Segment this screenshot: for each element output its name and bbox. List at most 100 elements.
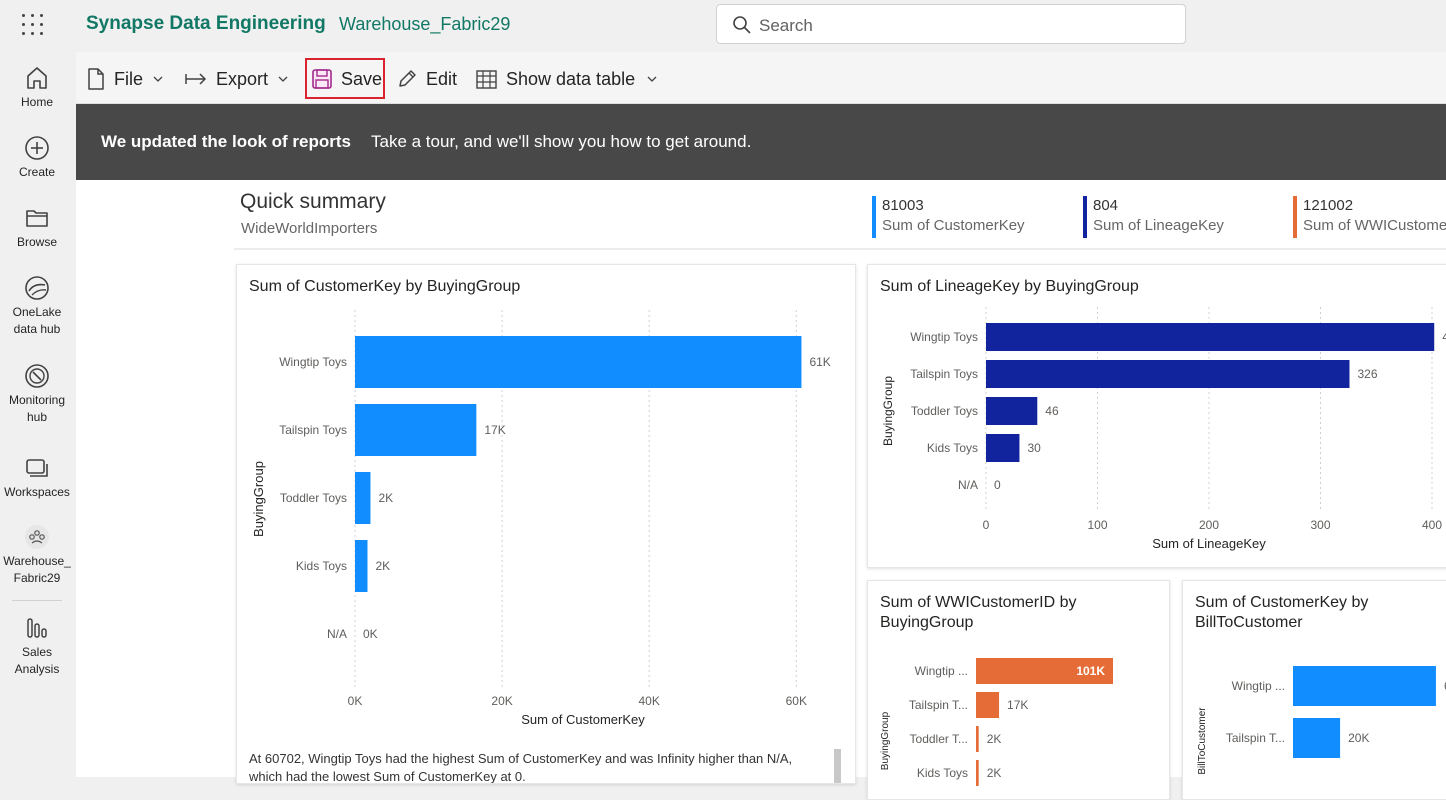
- export-arrow-icon: [185, 73, 207, 85]
- nav-warehouse-label-1: Warehouse_: [3, 554, 71, 568]
- bar: [355, 336, 802, 388]
- y-tick-label: Tailspin T...: [909, 698, 968, 712]
- banner-heading: We updated the look of reports: [101, 132, 351, 151]
- nav-browse-label: Browse: [16, 235, 57, 249]
- nav-divider: [12, 600, 62, 601]
- y-tick-label: Kids Toys: [917, 766, 968, 780]
- bar-chart-billtocustomer: BillToCustomerWingtip ...6Tailspin T...2…: [1197, 666, 1446, 775]
- chevron-down-icon: [153, 76, 163, 82]
- summary-divider: [234, 248, 1446, 250]
- kpi-lineagekey[interactable]: 804 Sum of LineageKey: [1083, 196, 1224, 238]
- y-tick-label: Wingtip Toys: [279, 355, 347, 369]
- x-tick-label: 300: [1310, 518, 1330, 532]
- nav-onelake-label-1: OneLake: [12, 305, 62, 319]
- x-tick-label: 40K: [639, 694, 660, 708]
- nav-create[interactable]: Create: [0, 135, 74, 181]
- file-label: File: [114, 68, 144, 89]
- workspace-title[interactable]: Warehouse_Fabric29: [339, 14, 510, 35]
- save-icon: [312, 69, 332, 89]
- kpi-value: 804: [1093, 197, 1119, 214]
- nav-onelake-data-hub[interactable]: OneLake data hub: [0, 275, 74, 338]
- y-axis-title: BillToCustomer: [1197, 707, 1208, 775]
- search-placeholder: Search: [759, 16, 813, 35]
- y-tick-label: Kids Toys: [927, 441, 978, 455]
- banner-text: Take a tour, and we'll show you how to g…: [371, 132, 752, 151]
- kpi-value: 121002: [1303, 197, 1354, 214]
- kpi-value: 81003: [882, 197, 924, 214]
- chart-card-customerkey-buyinggroup[interactable]: Sum of CustomerKey by BuyingGroup 0K 20K 4…: [236, 264, 856, 784]
- kpi-customerkey[interactable]: 81003 Sum of CustomerKey: [872, 196, 1025, 238]
- data-label: 2K: [378, 491, 393, 505]
- data-label: 326: [1357, 367, 1377, 381]
- nav-home-label: Home: [20, 95, 53, 109]
- y-axis-title: BuyingGroup: [880, 711, 891, 770]
- bar: [976, 726, 979, 752]
- onelake-icon: [25, 276, 49, 300]
- summary-subtitle: WideWorldImporters: [241, 220, 378, 237]
- nav-sales-analysis[interactable]: Sales Analysis: [0, 615, 74, 678]
- kpi-label: Sum of WWICustome: [1303, 217, 1446, 234]
- nav-monitoring-hub[interactable]: Monitoring hub: [0, 363, 74, 426]
- y-tick-label: N/A: [958, 478, 978, 492]
- data-label: 0: [994, 478, 1001, 492]
- x-axis-title: Sum of CustomerKey: [521, 712, 645, 727]
- chart-card-lineagekey-buyinggroup[interactable]: Sum of LineageKey by BuyingGroup 0 100 200…: [867, 264, 1446, 568]
- save-button[interactable]: Save: [312, 66, 382, 92]
- report-canvas: Quick summary WideWorldImporters 81003 S…: [76, 180, 1446, 800]
- save-label: Save: [341, 68, 383, 89]
- app-title[interactable]: Synapse Data Engineering: [86, 13, 326, 35]
- pencil-icon: [399, 70, 416, 87]
- narrative-scrollbar[interactable]: [834, 749, 841, 783]
- nav-warehouse-fabric29[interactable]: Warehouse_ Fabric29: [0, 524, 74, 587]
- y-tick-label: Wingtip ...: [1232, 679, 1285, 693]
- monitoring-icon: [25, 364, 49, 388]
- bar: [976, 760, 979, 786]
- bar-chart-wwicustomerid: BuyingGroup Wingtip ... 101K Tailspin T... 1…: [880, 658, 1113, 786]
- y-tick-label: Tailspin Toys: [910, 367, 978, 381]
- x-tick-label: 20K: [491, 694, 512, 708]
- y-tick-label: Wingtip Toys: [910, 330, 978, 344]
- summary-title: Quick summary: [240, 190, 386, 213]
- app-launcher-icon[interactable]: [22, 14, 44, 36]
- x-tick-label: 400: [1422, 518, 1442, 532]
- data-label: 2K: [376, 559, 391, 573]
- y-tick-label: N/A: [327, 627, 347, 641]
- data-label: 2K: [987, 766, 1002, 780]
- kpi-accent: [1083, 196, 1087, 238]
- report-toolbar: File Export Save Edit Show data table: [76, 52, 1446, 104]
- data-label: 4: [1442, 330, 1446, 344]
- show-data-table-button[interactable]: Show data table: [476, 66, 666, 92]
- export-menu-button[interactable]: Export: [185, 66, 297, 92]
- data-label: 0K: [363, 627, 378, 641]
- data-label: 101K: [1076, 664, 1105, 678]
- nav-monitoring-label-1: Monitoring: [8, 393, 66, 407]
- file-menu-button[interactable]: File: [87, 66, 172, 92]
- x-axis-title: Sum of LineageKey: [1152, 536, 1266, 551]
- kpi-wwicustomerid[interactable]: 121002 Sum of WWICustome: [1293, 196, 1446, 238]
- y-tick-label: Kids Toys: [296, 559, 347, 573]
- nav-warehouse-label-2: Fabric29: [13, 571, 61, 585]
- y-tick-label: Tailspin T...: [1226, 731, 1285, 745]
- chevron-down-icon: [278, 76, 288, 82]
- create-icon: [25, 136, 49, 160]
- folder-icon: [26, 210, 48, 227]
- data-label: 17K: [1007, 698, 1028, 712]
- kpi-accent: [1293, 196, 1297, 238]
- bar: [986, 323, 1435, 351]
- kpi-label: Sum of LineageKey: [1093, 217, 1224, 234]
- nav-browse[interactable]: Browse: [0, 205, 74, 251]
- search-box[interactable]: Search: [716, 4, 1186, 44]
- chart-card-wwicustomerid-buyinggroup[interactable]: Sum of WWICustomerID by BuyingGroup Buyi…: [867, 580, 1170, 800]
- tour-banner[interactable]: We updated the look of reports Take a to…: [76, 104, 1446, 180]
- y-tick-label: Toddler Toys: [280, 491, 347, 505]
- chevron-down-icon: [647, 76, 657, 82]
- nav-home[interactable]: Home: [0, 65, 74, 111]
- kpi-accent: [872, 196, 876, 238]
- nav-workspaces-label: Workspaces: [4, 485, 70, 499]
- chart-card-customerkey-billtocustomer[interactable]: Sum of CustomerKey by BillToCustomer Bil…: [1182, 580, 1446, 800]
- nav-workspaces[interactable]: Workspaces: [0, 455, 74, 501]
- x-tick-label: 0K: [348, 694, 363, 708]
- search-icon: [733, 16, 751, 34]
- bar: [986, 397, 1038, 425]
- edit-button[interactable]: Edit: [397, 66, 457, 92]
